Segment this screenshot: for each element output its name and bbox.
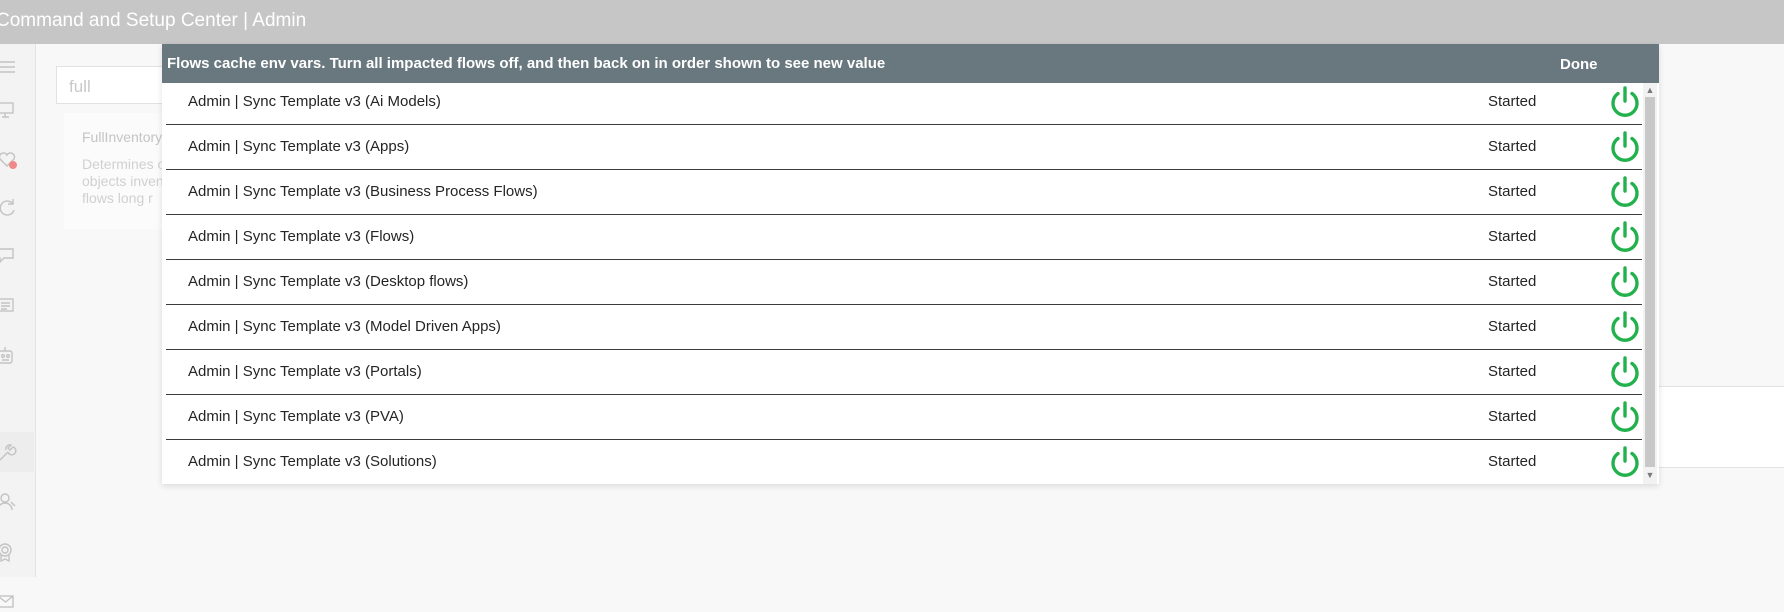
dialog-title: Flows cache env vars. Turn all impacted … [167,55,886,72]
power-toggle-icon[interactable] [1608,310,1642,344]
flow-list: Admin | Sync Template v3 (Ai Models) Star… [162,83,1642,484]
flow-status: Started [1488,273,1537,290]
search-value: full [69,77,91,96]
devices-icon[interactable] [0,100,18,120]
wrench-icon[interactable] [0,432,34,472]
power-toggle-icon[interactable] [1608,85,1642,119]
power-toggle-icon[interactable] [1608,130,1642,164]
heart-alert-icon[interactable] [0,150,18,170]
flow-status: Started [1488,93,1537,110]
flow-row: Admin | Sync Template v3 (Apps) Started [166,126,1642,170]
flow-row: Admin | Sync Template v3 (PVA) Started [166,396,1642,440]
power-toggle-icon[interactable] [1608,220,1642,254]
flow-row: Admin | Sync Template v3 (Business Proce… [166,171,1642,215]
menu-icon[interactable] [0,58,18,78]
flow-status: Started [1488,228,1537,245]
refresh-icon[interactable] [0,198,18,218]
flow-status: Started [1488,318,1537,335]
flow-name: Admin | Sync Template v3 (Business Proce… [188,183,538,200]
chat-icon[interactable] [0,246,18,266]
flow-status: Started [1488,408,1537,425]
scroll-down-arrow-icon[interactable]: ▼ [1645,469,1655,481]
power-toggle-icon[interactable] [1608,265,1642,299]
env-var-title: FullInventory [82,129,163,145]
flow-name: Admin | Sync Template v3 (PVA) [188,408,404,425]
power-toggle-icon[interactable] [1608,175,1642,209]
flow-row: Admin | Sync Template v3 (Model Driven A… [166,306,1642,350]
top-bar: Command and Setup Center | Admin [0,0,1784,44]
badge-icon[interactable] [0,542,18,562]
flow-status: Started [1488,183,1537,200]
flow-row: Admin | Sync Template v3 (Solutions) Star… [166,441,1642,485]
robot-icon[interactable] [0,346,18,366]
flows-dialog: Flows cache env vars. Turn all impacted … [162,44,1659,484]
flow-row: Admin | Sync Template v3 (Portals) Starte… [166,351,1642,395]
left-nav [0,44,36,608]
flow-status: Started [1488,363,1537,380]
scroll-up-arrow-icon[interactable]: ▲ [1645,84,1655,96]
scroll-thumb[interactable] [1645,97,1655,467]
flow-row: Admin | Sync Template v3 (Ai Models) Star… [166,81,1642,125]
power-toggle-icon[interactable] [1608,400,1642,434]
scrollbar[interactable]: ▲ ▼ [1643,83,1657,484]
flow-status: Started [1488,453,1537,470]
done-button[interactable]: Done [1560,56,1598,73]
flow-row: Admin | Sync Template v3 (Flows) Started [166,216,1642,260]
flow-name: Admin | Sync Template v3 (Ai Models) [188,93,441,110]
power-toggle-icon[interactable] [1608,355,1642,389]
flow-name: Admin | Sync Template v3 (Flows) [188,228,415,245]
flow-status: Started [1488,138,1537,155]
flow-name: Admin | Sync Template v3 (Portals) [188,363,422,380]
background-panel [1658,386,1784,468]
people-icon[interactable] [0,492,18,512]
flow-name: Admin | Sync Template v3 (Desktop flows) [188,273,469,290]
flow-name: Admin | Sync Template v3 (Apps) [188,138,410,155]
flow-name: Admin | Sync Template v3 (Solutions) [188,453,437,470]
app-title: Command and Setup Center | Admin [0,10,307,31]
mail-icon[interactable] [0,592,18,612]
flow-name: Admin | Sync Template v3 (Model Driven A… [188,318,501,335]
flow-row: Admin | Sync Template v3 (Desktop flows)… [166,261,1642,305]
news-icon[interactable] [0,296,18,316]
power-toggle-icon[interactable] [1608,445,1642,479]
dialog-header: Flows cache env vars. Turn all impacted … [162,44,1659,83]
